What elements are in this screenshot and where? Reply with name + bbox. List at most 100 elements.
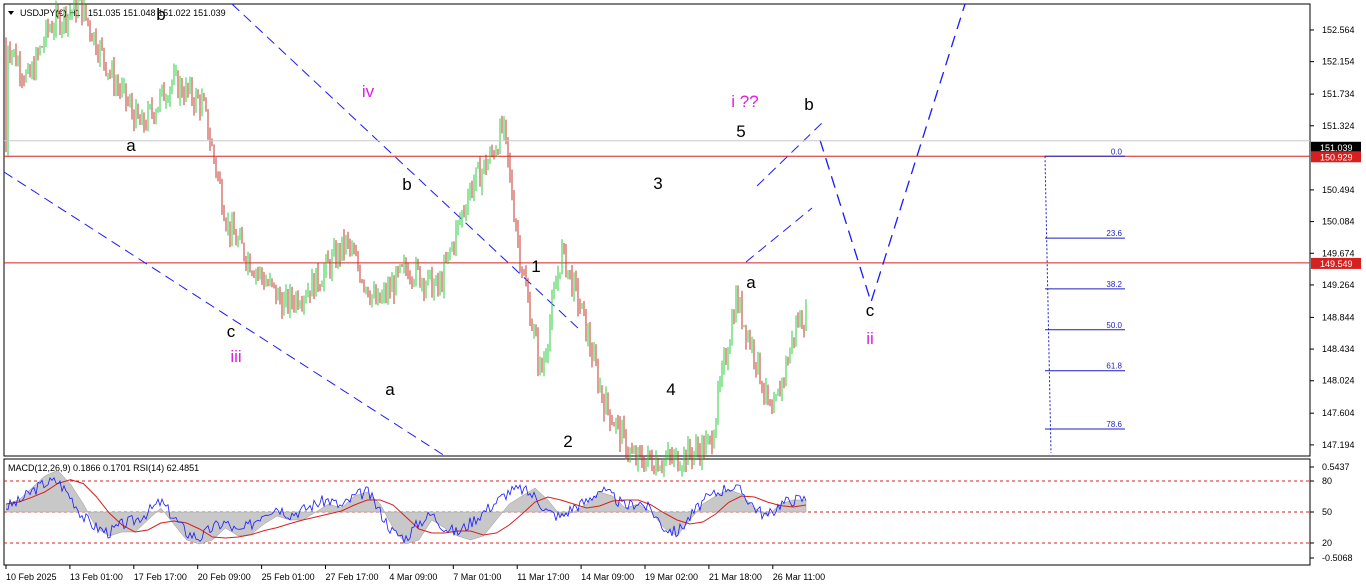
price-tick-label: 151.324 [1322, 121, 1355, 131]
candle-body [349, 241, 351, 250]
line-price-text: 150.929 [1320, 152, 1353, 162]
candle-body [683, 451, 685, 468]
candle-body [283, 298, 285, 315]
candle-body [791, 337, 793, 351]
candle-body [515, 220, 517, 229]
candle-body [295, 294, 297, 308]
candle-body [341, 236, 343, 259]
line-price-text: 149.549 [1320, 259, 1353, 269]
wave-label: b [804, 95, 813, 114]
candle-body [407, 269, 409, 278]
candle-body [779, 389, 781, 397]
time-tick-label: 25 Feb 01:00 [262, 572, 315, 582]
candle-body [647, 450, 649, 461]
candle-body [701, 439, 703, 462]
candle-body [521, 267, 523, 274]
price-tick-label: 147.604 [1322, 408, 1355, 418]
candle-body [631, 449, 633, 453]
candle-body [105, 62, 107, 75]
wave-label: iii [230, 347, 241, 366]
candle-body [157, 106, 159, 113]
candle-body [299, 304, 301, 307]
trading-chart[interactable]: USDJPY(€),H1 151.035 151.048 151.022 151… [0, 0, 1366, 588]
price-tick-label: 152.564 [1322, 25, 1355, 35]
price-tick-label: 148.844 [1322, 312, 1355, 322]
symbol-label: USDJPY(€),H1 [20, 8, 81, 18]
candle-body [161, 85, 163, 93]
candle-body [477, 163, 479, 168]
candle-body [379, 293, 381, 303]
candle-body [501, 122, 503, 131]
candle-body [233, 220, 235, 235]
indicator-tick-label: 80 [1322, 476, 1332, 486]
candle-body [549, 321, 551, 347]
wave-label: 5 [736, 122, 745, 141]
candle-body [447, 252, 449, 261]
candle-body [431, 270, 433, 297]
candle-body [137, 105, 139, 118]
candle-body [445, 260, 447, 262]
candle-body [533, 328, 535, 330]
candle-body [781, 378, 783, 397]
candle-body [109, 73, 111, 75]
candle-body [127, 102, 129, 104]
candle-body [663, 459, 665, 469]
price-tick-label: 149.674 [1322, 248, 1355, 258]
candle-body [9, 49, 11, 58]
candle-body [359, 267, 361, 281]
time-tick-label: 4 Mar 09:00 [389, 572, 437, 582]
candle-body [639, 448, 641, 453]
candle-body [723, 353, 725, 366]
candle-body [151, 105, 153, 114]
candle-body [305, 296, 307, 298]
candle-body [609, 409, 611, 424]
candle-body [287, 291, 289, 311]
candle-body [351, 248, 353, 250]
price-tick-label: 148.434 [1322, 344, 1355, 354]
candle-body [209, 136, 211, 144]
candle-body [727, 353, 729, 363]
candle-body [571, 271, 573, 295]
candle-body [285, 291, 287, 299]
candle-body [155, 112, 157, 120]
time-tick-label: 20 Feb 09:00 [198, 572, 251, 582]
candle-body [277, 290, 279, 301]
candle-body [79, 0, 81, 1]
wave-label: c [866, 301, 875, 320]
candle-body [695, 443, 697, 452]
candle-body [397, 268, 399, 272]
candle-body [23, 79, 25, 82]
candle-body [199, 97, 201, 113]
candle-body [555, 284, 557, 289]
candle-body [755, 362, 757, 370]
candle-body [173, 72, 175, 82]
candle-body [741, 298, 743, 326]
candle-body [645, 460, 647, 470]
wave-label: a [385, 380, 395, 399]
candle-body [251, 271, 253, 274]
candle-body [599, 385, 601, 389]
candle-body [439, 278, 441, 290]
candle-body [165, 100, 167, 102]
candle-body [5, 42, 7, 152]
candle-body [605, 393, 607, 415]
candle-body [101, 43, 103, 49]
candle-body [401, 265, 403, 267]
candle-body [189, 82, 191, 91]
time-tick-label: 10 Feb 2025 [6, 572, 57, 582]
candle-body [265, 282, 267, 286]
candle-body [175, 72, 177, 74]
candle-body [197, 92, 199, 98]
candle-body [129, 101, 131, 103]
candle-body [269, 279, 271, 285]
candle-body [681, 467, 683, 470]
candle-body [761, 382, 763, 392]
candle-body [207, 109, 209, 137]
candle-body [597, 364, 599, 389]
candle-body [593, 350, 595, 361]
candle-body [413, 281, 415, 284]
candle-body [671, 455, 673, 461]
candle-body [503, 120, 505, 131]
candle-body [657, 459, 659, 471]
time-tick-label: 7 Mar 01:00 [453, 572, 501, 582]
